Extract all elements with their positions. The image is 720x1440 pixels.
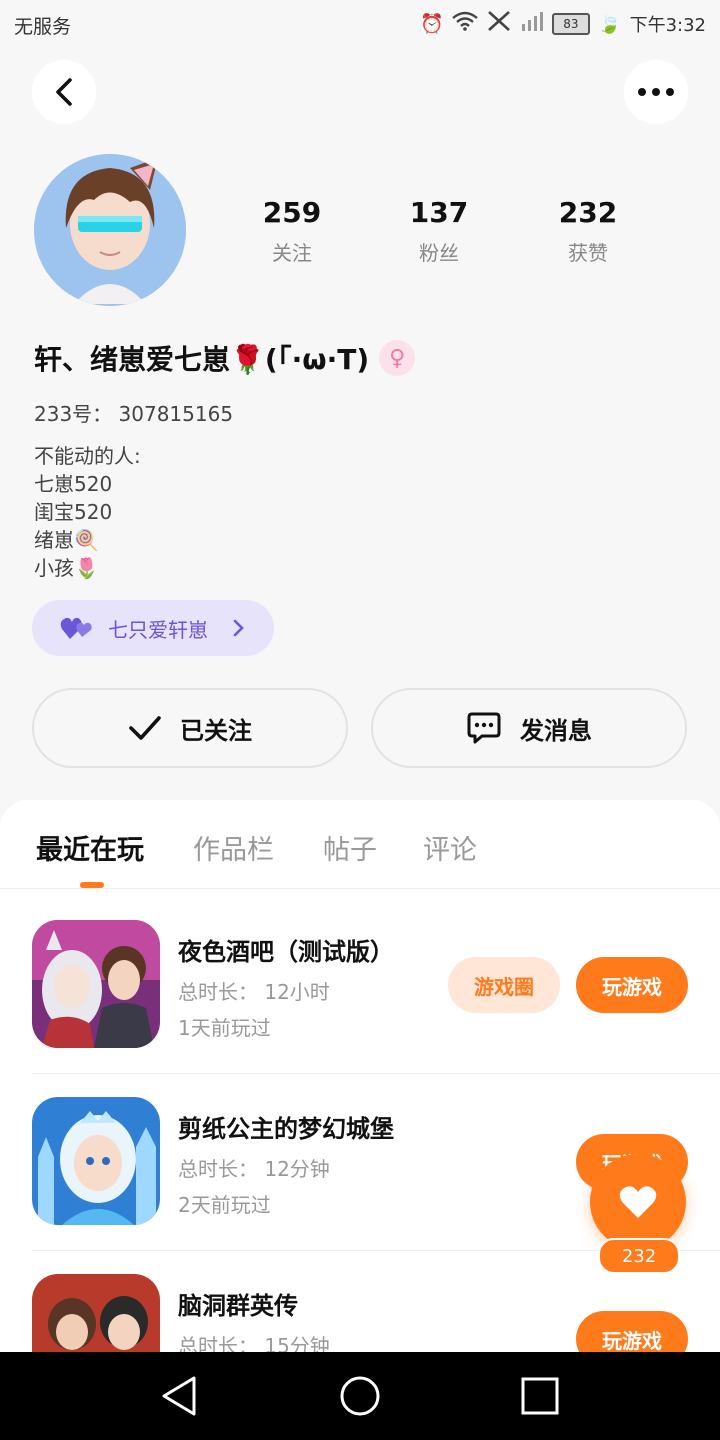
signal-bars-icon xyxy=(520,10,544,38)
chevron-left-icon xyxy=(56,78,72,106)
wifi-icon xyxy=(452,11,478,37)
bio-line: 绪崽🍭 xyxy=(34,528,99,552)
likes-count: 232 xyxy=(558,196,618,229)
stat-likes[interactable]: 232 获赞 xyxy=(538,196,638,266)
bio-line: 七崽520 xyxy=(34,472,113,496)
game-title[interactable]: 脑洞群英传 xyxy=(178,1286,298,1321)
tab-comments[interactable]: 评论 xyxy=(423,828,477,867)
clock-time: 下午3:32 xyxy=(629,15,706,36)
following-button[interactable]: 已关注 xyxy=(32,688,348,768)
like-button[interactable] xyxy=(590,1154,686,1250)
game-cover-image xyxy=(32,1097,160,1225)
game-icon-paper-princess[interactable] xyxy=(32,1097,160,1225)
play-game-button[interactable]: 玩游戏 xyxy=(576,957,688,1013)
leaf-icon: 🍃 xyxy=(597,13,622,35)
back-triangle-icon[interactable] xyxy=(158,1374,202,1418)
user-id: 233号： 307815165 xyxy=(34,402,234,426)
following-button-label: 已关注 xyxy=(180,716,252,745)
user-name: 轩、绪崽爱七崽🌹(「·ω·T) xyxy=(34,343,370,376)
relationship-tag[interactable]: 七只爱轩崽 xyxy=(32,600,274,656)
game-duration: 总时长： 12分钟 xyxy=(178,1157,330,1181)
following-count: 259 xyxy=(262,196,322,229)
send-message-label: 发消息 xyxy=(520,716,592,745)
list-divider xyxy=(32,1073,720,1074)
game-title[interactable]: 剪纸公主的梦幻城堡 xyxy=(178,1109,394,1144)
send-message-button[interactable]: 发消息 xyxy=(371,688,687,768)
back-button[interactable] xyxy=(32,60,96,124)
carrier-text: 无服务 xyxy=(14,16,72,38)
system-nav-bar xyxy=(0,1352,720,1440)
following-label: 关注 xyxy=(272,241,312,265)
game-title[interactable]: 夜色酒吧（测试版） xyxy=(178,932,394,967)
more-options-button[interactable] xyxy=(624,60,688,124)
game-last-played: 2天前玩过 xyxy=(178,1193,271,1217)
alarm-icon: ⏰ xyxy=(420,13,444,35)
recents-square-icon[interactable] xyxy=(518,1374,562,1418)
status-icons: ⏰ 83 🍃 下午3:32 xyxy=(420,10,706,38)
stat-following[interactable]: 259 关注 xyxy=(242,196,342,266)
double-heart-icon xyxy=(60,617,92,639)
stat-followers[interactable]: 137 粉丝 xyxy=(389,196,489,266)
game-circle-button[interactable]: 游戏圈 xyxy=(448,957,560,1013)
active-tab-indicator xyxy=(80,882,104,888)
followers-count: 137 xyxy=(409,196,469,229)
name-row: 轩、绪崽爱七崽🌹(「·ω·T) ♀ xyxy=(34,338,416,378)
tab-works[interactable]: 作品栏 xyxy=(193,828,274,867)
game-duration: 总时长： 12小时 xyxy=(178,980,330,1004)
game-last-played: 1天前玩过 xyxy=(178,1016,271,1040)
tag-label: 七只爱轩崽 xyxy=(108,617,208,642)
home-circle-icon[interactable] xyxy=(338,1374,382,1418)
game-icon-night-bar[interactable] xyxy=(32,920,160,1048)
heart-icon xyxy=(619,1186,657,1218)
followers-label: 粉丝 xyxy=(419,241,459,265)
bio: 不能动的人: 七崽520 闺宝520 绪崽🍭 小孩🌷 xyxy=(34,442,141,582)
avatar-image xyxy=(34,154,186,306)
likes-label: 获赞 xyxy=(568,241,608,265)
check-icon xyxy=(129,716,161,740)
avatar[interactable] xyxy=(34,154,186,306)
tab-posts[interactable]: 帖子 xyxy=(323,828,377,867)
female-gender-icon: ♀ xyxy=(379,340,416,376)
chevron-right-icon xyxy=(233,619,244,637)
no-signal-icon xyxy=(486,10,512,38)
bio-line: 闺宝520 xyxy=(34,500,113,524)
bio-line: 小孩🌷 xyxy=(34,556,99,580)
message-icon xyxy=(467,712,501,744)
tab-recently-played[interactable]: 最近在玩 xyxy=(36,828,144,867)
tab-bar: 最近在玩 作品栏 帖子 评论 xyxy=(0,800,720,889)
battery-icon: 83 xyxy=(551,13,590,35)
more-dots-icon xyxy=(638,88,674,96)
game-cover-image xyxy=(32,920,160,1048)
status-bar: 无服务 ⏰ 83 🍃 下午3:32 xyxy=(0,0,720,50)
like-count-badge: 232 xyxy=(598,1238,680,1274)
bio-line: 不能动的人: xyxy=(34,444,141,468)
